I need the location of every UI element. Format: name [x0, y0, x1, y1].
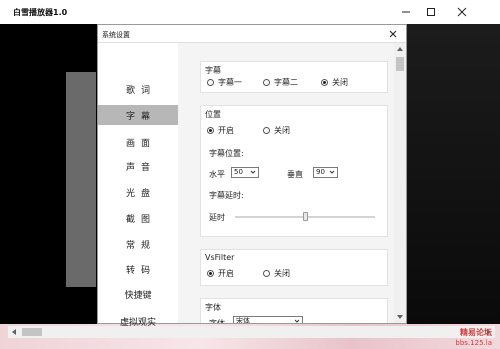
radio-circle: [263, 270, 270, 277]
radio-subtitle-1[interactable]: 字幕一: [207, 77, 242, 88]
settings-dialog: 系统设置 歌词 字幕 画面 声音 光盘 截图 常规 转码 快捷键 虚拟观实 字幕…: [97, 24, 407, 328]
select-value: 90: [316, 168, 325, 176]
nav-item-disc[interactable]: 光盘: [98, 182, 178, 202]
radio-label: 开启: [218, 126, 234, 135]
nav-item-label: 字幕: [125, 111, 156, 122]
radio-circle: [207, 79, 214, 86]
subtitle-position-label: 字幕位置:: [209, 149, 244, 158]
dialog-close-button[interactable]: [386, 27, 400, 41]
scroll-up-icon: [397, 47, 403, 51]
nav-item-lyrics[interactable]: 歌词: [98, 79, 178, 99]
nav-item-sound[interactable]: 声音: [98, 156, 178, 176]
delay-label: 延时: [209, 213, 225, 222]
vertical-scroll-thumb[interactable]: [396, 57, 404, 71]
nav-item-label: 画面: [125, 138, 156, 149]
radio-label: 字幕一: [218, 78, 242, 87]
dialog-close-icon: [389, 30, 397, 38]
group-title: 字体: [205, 303, 221, 312]
nav-item-subtitle[interactable]: 字幕: [98, 105, 178, 125]
horizontal-select[interactable]: 50: [231, 167, 259, 178]
radio-vsfilter-on[interactable]: 开启: [207, 268, 234, 279]
nav-item-general[interactable]: 常规: [98, 234, 178, 254]
dialog-title: 系统设置: [102, 31, 130, 39]
maximize-icon: [427, 8, 435, 16]
group-title: 字幕: [205, 66, 221, 75]
player-window: 白雪播放器1.0 精易论坛 bbs.125.la 系统设置 歌词 字幕 画面 声…: [0, 0, 500, 349]
nav-item-screenshot[interactable]: 截图: [98, 208, 178, 228]
watermark: 精易论坛 bbs.125.la: [455, 328, 492, 348]
radio-label: 关闭: [274, 269, 290, 278]
select-value: 50: [234, 168, 243, 176]
radio-label: 开启: [218, 269, 234, 278]
scroll-up-button[interactable]: [394, 43, 406, 55]
video-right-region: [407, 24, 500, 324]
horizontal-label: 水平: [209, 170, 225, 179]
radio-position-off[interactable]: 关闭: [263, 125, 290, 136]
radio-label: 关闭: [274, 126, 290, 135]
group-title: VsFilter: [205, 253, 235, 262]
settings-nav: 歌词 字幕 画面 声音 光盘 截图 常规 转码 快捷键 虚拟观实: [98, 43, 178, 328]
vertical-select[interactable]: 90: [313, 167, 338, 178]
radio-circle: [263, 127, 270, 134]
chevron-down-icon: [329, 170, 335, 174]
maximize-button[interactable]: [421, 4, 441, 20]
scroll-down-button[interactable]: [394, 311, 406, 323]
nav-item-label: 光盘: [125, 188, 156, 199]
watermark-line1: 精易论坛: [460, 328, 492, 337]
close-button[interactable]: [452, 4, 472, 20]
settings-content: 字幕 字幕一 字幕二 关闭 位置 开启 关闭 字幕位置: 水平 50 垂直 90…: [178, 43, 394, 323]
radio-circle: [207, 270, 214, 277]
title-bar: 白雪播放器1.0: [0, 0, 500, 24]
horizontal-scrollbar[interactable]: [8, 326, 495, 338]
nav-item-label: 截图: [125, 214, 156, 225]
app-title: 白雪播放器1.0: [13, 8, 68, 17]
watermark-line2: bbs.125.la: [455, 339, 492, 347]
radio-label: 字幕二: [274, 78, 298, 87]
nav-item-label: 声音: [125, 162, 156, 173]
nav-item-hotkeys[interactable]: 快捷键: [98, 284, 178, 304]
font-select[interactable]: 宋体: [233, 316, 303, 323]
vertical-label: 垂直: [287, 170, 303, 179]
radio-circle: [207, 127, 214, 134]
group-title: 位置: [205, 110, 221, 119]
nav-item-label: 转码: [125, 265, 156, 276]
nav-item-label: 虚拟观实: [119, 317, 156, 328]
nav-item-picture[interactable]: 画面: [98, 132, 178, 152]
vertical-scrollbar[interactable]: [394, 43, 406, 323]
scroll-left-button[interactable]: [8, 326, 20, 338]
subtitle-delay-label: 字幕延时:: [209, 191, 244, 200]
chevron-down-icon: [294, 319, 300, 323]
scroll-left-icon: [12, 329, 16, 335]
video-overlay-panel: [66, 72, 96, 287]
radio-circle: [321, 79, 328, 86]
horizontal-scroll-thumb[interactable]: [22, 328, 42, 336]
radio-label: 关闭: [332, 78, 348, 87]
minimize-icon: [402, 11, 410, 13]
close-icon: [457, 7, 467, 17]
radio-subtitle-off[interactable]: 关闭: [321, 77, 348, 88]
radio-vsfilter-off[interactable]: 关闭: [263, 268, 290, 279]
radio-circle: [263, 79, 270, 86]
subtitle-group: 字幕 字幕一 字幕二 关闭: [200, 61, 388, 93]
nav-item-label: 歌词: [125, 85, 156, 96]
minimize-button[interactable]: [396, 4, 416, 20]
scroll-down-icon: [397, 315, 403, 319]
position-group: 位置 开启 关闭 字幕位置: 水平 50 垂直 90 字幕延时: 延时: [200, 105, 388, 237]
radio-position-on[interactable]: 开启: [207, 125, 234, 136]
chevron-down-icon: [250, 170, 256, 174]
nav-item-label: 快捷键: [124, 290, 152, 301]
nav-item-virtual[interactable]: 虚拟观实: [98, 311, 178, 331]
nav-item-transcode[interactable]: 转码: [98, 259, 178, 279]
delay-slider-thumb[interactable]: [303, 212, 308, 221]
nav-item-label: 常规: [125, 240, 156, 251]
select-value: 宋体: [236, 317, 250, 323]
radio-subtitle-2[interactable]: 字幕二: [263, 77, 298, 88]
vsfilter-group: VsFilter 开启 关闭: [200, 249, 388, 286]
font-group: 字体 字体 宋体: [200, 298, 388, 323]
font-label: 字体: [209, 318, 225, 323]
